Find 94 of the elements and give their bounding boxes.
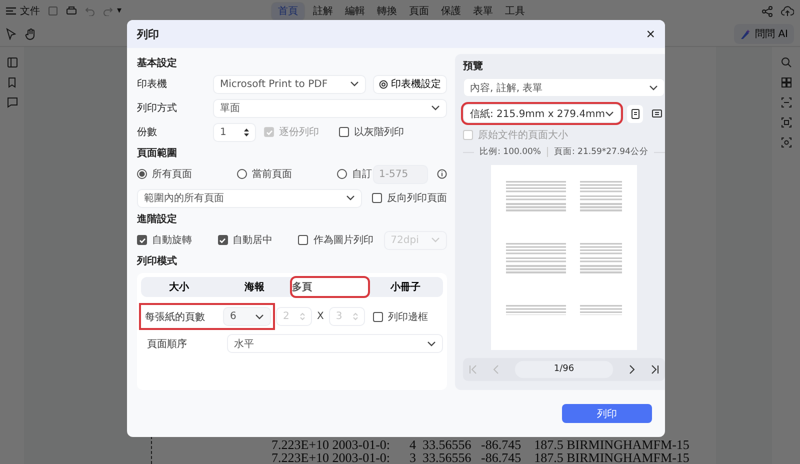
share-icon[interactable] [762,6,773,16]
page-size-text: 頁面: 21.59*27.94公分 [554,146,648,158]
section-heading: 預覽 [463,60,484,74]
frame-icon[interactable] [780,137,792,148]
ask-ai-button[interactable]: 問問 AI [734,24,794,44]
checkbox[interactable] [137,235,147,245]
checkbox[interactable] [218,235,228,245]
more-dropdown[interactable]: ▾ [117,6,122,16]
portrait-page-icon [630,108,640,118]
checkbox[interactable] [298,234,308,244]
menu-tab[interactable]: 頁面 [405,2,433,20]
chevron-down-icon [350,81,359,87]
menu-tab[interactable]: 保護 [437,2,465,20]
chevron-down-icon [427,340,436,346]
print-mode-select[interactable]: 單面 [213,98,447,118]
menu-icon[interactable] [6,7,16,15]
chevron-down-icon [255,314,264,320]
checkbox-label: 反向列印頁面 [387,192,447,205]
scan-icon[interactable] [780,97,792,108]
cloud-upload-icon[interactable] [781,6,794,16]
print-button[interactable]: 列印 [562,404,652,423]
paper-size-select[interactable]: 信紙: 215.9mm x 279.4mm [463,104,622,123]
radio-label: 當前頁面 [252,168,292,181]
panel-icon[interactable] [6,57,18,68]
field-label: 每張紙的頁數 [145,310,206,324]
last-page-icon[interactable] [651,365,659,374]
scan-icon[interactable] [780,117,792,128]
printer-settings-button[interactable]: 印表機設定 [373,74,447,94]
file-menu[interactable]: 文件 [20,4,40,18]
bookmark-icon[interactable] [7,77,17,88]
menu-tab[interactable]: 註解 [309,2,337,20]
section-heading: 列印模式 [137,254,178,269]
mode-tab[interactable]: 大小 [141,278,216,296]
portrait-button[interactable] [627,104,644,122]
search-icon[interactable] [780,57,792,68]
checkbox-label: 原始文件的頁面大小 [478,128,568,142]
radio-button[interactable] [137,169,147,179]
times-sign: X [317,311,324,322]
landscape-page-icon [652,109,662,118]
radio-label: 所有頁面 [152,168,192,181]
page-number-field[interactable]: 1/96 [515,361,613,378]
checkbox[interactable] [339,127,349,137]
document-text-line: 7.223E+10 2003-01-0: 3 33.56556 -86.745 187.5 BIRMINGHAMFM-15 [272,451,690,464]
checkbox-label: 逐份列印 [279,126,319,139]
sparkle-pen-icon [740,28,752,40]
chevron-down-icon [431,105,440,111]
pages-per-sheet-select[interactable]: 6 [223,307,271,326]
page-subset-select[interactable]: 範圍內的所有頁面 [137,188,362,208]
document-text-line: 7.223E+10 2003-01-0: 4 33.56556 -86.745 187.5 BIRMINGHAMFM-15 [272,438,690,451]
info-icon[interactable] [437,169,447,179]
copies-field[interactable]: 1 [213,122,256,142]
stepper-icon[interactable] [244,128,249,136]
checkbox-label: 自動居中 [232,234,273,247]
menu-tab[interactable]: 編輯 [341,2,369,20]
radio-label: 自訂 [352,168,372,181]
mode-tab[interactable]: 小冊子 [368,278,443,296]
print-icon[interactable] [66,6,77,16]
checkbox-label: 作為圖片列印 [313,234,374,246]
mode-tab[interactable]: 多頁 [292,278,368,296]
page-order-select[interactable]: 水平 [227,334,443,353]
chevron-down-icon [605,110,614,116]
field-label: 頁面順序 [146,338,188,350]
grid-icon[interactable] [780,77,792,88]
field-label: 印表機 [137,78,168,91]
checkbox-label: 自動旋轉 [152,234,192,247]
checkbox[interactable] [372,312,383,322]
menu-tab[interactable]: 轉換 [373,2,401,20]
chevron-down-icon [649,84,658,90]
save-icon[interactable] [48,6,58,16]
close-button[interactable]: × [642,26,659,42]
field-label: 份數 [137,126,158,139]
chevron-down-icon [346,195,356,201]
checkbox[interactable] [372,193,382,203]
hand-icon[interactable] [25,28,37,40]
mode-tab[interactable]: 海報 [216,278,292,296]
next-page-icon[interactable] [629,365,635,374]
radio-button[interactable] [237,169,247,179]
menu-tab[interactable]: 表單 [469,2,497,20]
section-heading: 進階設定 [137,212,178,227]
printer-select[interactable]: Microsoft Print to PDF [213,74,366,94]
section-heading: 基本設定 [137,56,178,71]
checkbox-label: 以灰階列印 [354,126,404,139]
dialog-title: 列印 [137,26,159,42]
cursor-icon[interactable] [6,28,16,40]
menu-tab[interactable]: 工具 [501,2,529,20]
checkbox-label: 列印邊框 [388,310,428,324]
section-heading: 頁面範圍 [137,146,178,161]
chevron-down-icon [431,237,440,243]
radio-button[interactable] [337,169,347,179]
gear-icon [379,80,388,88]
content-select[interactable]: 內容, 註解, 表單 [463,78,665,97]
comment-icon[interactable] [6,97,18,108]
field-label: 列印方式 [137,102,178,115]
scale-text: 比例: 100.00% [480,146,541,158]
